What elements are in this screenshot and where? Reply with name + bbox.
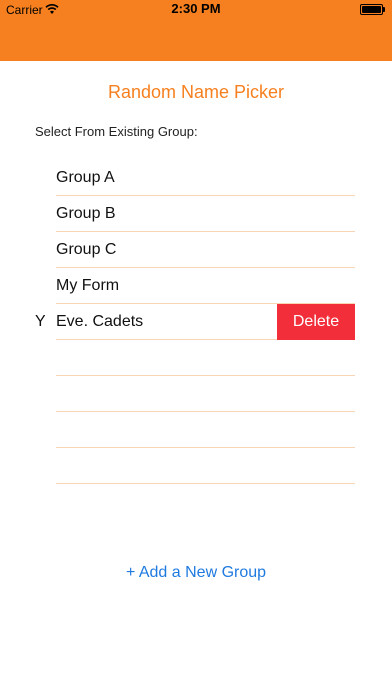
group-label: Group C xyxy=(56,241,117,258)
list-item[interactable] xyxy=(0,412,392,448)
list-item-swiped[interactable]: Y Eve. Cadets Delete xyxy=(0,304,392,340)
delete-button[interactable]: Delete xyxy=(277,304,355,340)
header-bar: Carrier 2:30 PM xyxy=(0,0,392,61)
list-item[interactable] xyxy=(0,376,392,412)
list-item[interactable] xyxy=(0,340,392,376)
page-title: Random Name Picker xyxy=(107,82,285,102)
section-label: Select From Existing Group: xyxy=(35,124,198,139)
add-group-button[interactable]: + Add a New Group xyxy=(0,564,392,582)
group-label: Group B xyxy=(56,205,116,222)
group-label-clipped-prefix: Y xyxy=(35,313,45,330)
list-item[interactable]: Group C xyxy=(0,232,392,268)
list-item[interactable]: My Form xyxy=(0,268,392,304)
group-label: My Form xyxy=(56,277,120,294)
list-item[interactable]: Group A xyxy=(0,160,392,196)
group-label: Eve. Cadets xyxy=(56,313,144,330)
list-item[interactable] xyxy=(0,448,392,484)
list-item[interactable]: Group B xyxy=(0,196,392,232)
row-separator xyxy=(56,483,355,484)
group-label: Group A xyxy=(56,169,115,186)
screen: Carrier 2:30 PM Random Name Picker Selec… xyxy=(0,0,392,696)
status-time: 2:30 PM xyxy=(171,1,221,16)
battery-icon xyxy=(360,4,386,15)
